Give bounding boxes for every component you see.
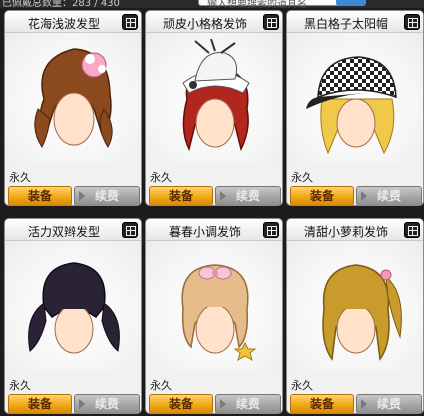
equip-button[interactable]: 装备 <box>149 186 213 205</box>
item-name: 活力双辫发型 <box>27 225 100 239</box>
renew-label: 续费 <box>235 397 260 411</box>
arrow-icon <box>79 399 85 409</box>
renew-button[interactable]: 续费 <box>74 394 140 413</box>
arrow-icon <box>79 191 85 201</box>
item-name: 清甜小萝莉发饰 <box>303 225 388 239</box>
item-card-5: 清甜小萝莉发饰 永久 装备 续费 <box>286 218 424 414</box>
duration-label: 永久 <box>150 379 172 392</box>
card-title-bar: 顽皮小格格发饰 <box>146 11 282 33</box>
item-preview[interactable] <box>146 241 282 371</box>
renew-button[interactable]: 续费 <box>74 186 140 205</box>
card-title-bar: 清甜小萝莉发饰 <box>287 219 423 241</box>
duration-label: 永久 <box>150 171 172 184</box>
duration-label: 永久 <box>291 171 313 184</box>
renew-button[interactable]: 续费 <box>215 394 281 413</box>
item-name: 花海浅波发型 <box>27 17 100 31</box>
arrow-icon <box>361 191 367 201</box>
card-title-bar: 暮春小调发饰 <box>146 219 282 241</box>
renew-button[interactable]: 续费 <box>215 186 281 205</box>
calendar-icon[interactable] <box>404 222 420 238</box>
equip-button[interactable]: 装备 <box>290 394 354 413</box>
item-card-3: 活力双辫发型 永久 装备 续费 <box>4 218 142 414</box>
card-title-bar: 活力双辫发型 <box>5 219 141 241</box>
item-name: 黑白格子太阳帽 <box>303 17 388 31</box>
renew-button[interactable]: 续费 <box>356 186 422 205</box>
item-preview[interactable] <box>146 33 282 163</box>
renew-label: 续费 <box>94 397 119 411</box>
search-placeholder: 输入想要搜索的道具名 <box>207 0 307 8</box>
hair-bow-icon <box>181 264 257 362</box>
hair-ponytail-icon <box>322 264 402 361</box>
duration-label: 永久 <box>9 171 31 184</box>
item-preview[interactable] <box>5 241 141 371</box>
duration-label: 永久 <box>291 379 313 392</box>
equip-button[interactable]: 装备 <box>8 186 72 205</box>
hair-flower-icon <box>34 48 113 148</box>
hair-pigtails-icon <box>28 262 120 354</box>
item-name: 顽皮小格格发饰 <box>162 17 247 31</box>
owned-count-caption: 已佩戴总数量：283 / 430 <box>2 0 120 8</box>
search-button[interactable] <box>336 0 366 6</box>
item-card-0: 花海浅波发型 永久 装备 续费 <box>4 10 142 206</box>
item-preview[interactable] <box>287 33 423 163</box>
item-preview[interactable] <box>287 241 423 371</box>
equip-button[interactable]: 装备 <box>8 394 72 413</box>
duration-label: 永久 <box>9 379 31 392</box>
arrow-icon <box>361 399 367 409</box>
item-card-2: 黑白格子太阳帽 永久 装备 续费 <box>286 10 424 206</box>
calendar-icon[interactable] <box>122 14 138 30</box>
equip-button[interactable]: 装备 <box>149 394 213 413</box>
calendar-icon[interactable] <box>263 222 279 238</box>
item-card-4: 暮春小调发饰 永久 装备 续费 <box>145 218 283 414</box>
item-card-1: 顽皮小格格发饰 永久 装备 续费 <box>145 10 283 206</box>
renew-button[interactable]: 续费 <box>356 394 422 413</box>
equip-button[interactable]: 装备 <box>290 186 354 205</box>
renew-label: 续费 <box>94 189 119 203</box>
hair-hat-white-icon <box>182 39 250 152</box>
search-input[interactable]: 输入想要搜索的道具名 <box>198 0 356 8</box>
item-name: 暮春小调发饰 <box>168 225 241 239</box>
arrow-icon <box>220 399 226 409</box>
arrow-icon <box>220 191 226 201</box>
calendar-icon[interactable] <box>263 14 279 30</box>
top-strip: 已佩戴总数量：283 / 430 输入想要搜索的道具名 <box>0 0 424 8</box>
card-title-bar: 黑白格子太阳帽 <box>287 11 423 33</box>
renew-label: 续费 <box>376 189 401 203</box>
calendar-icon[interactable] <box>122 222 138 238</box>
renew-label: 续费 <box>376 397 401 411</box>
renew-label: 续费 <box>235 189 260 203</box>
item-preview[interactable] <box>5 33 141 163</box>
card-title-bar: 花海浅波发型 <box>5 11 141 33</box>
calendar-icon[interactable] <box>404 14 420 30</box>
checkered-cap-icon <box>306 56 397 155</box>
